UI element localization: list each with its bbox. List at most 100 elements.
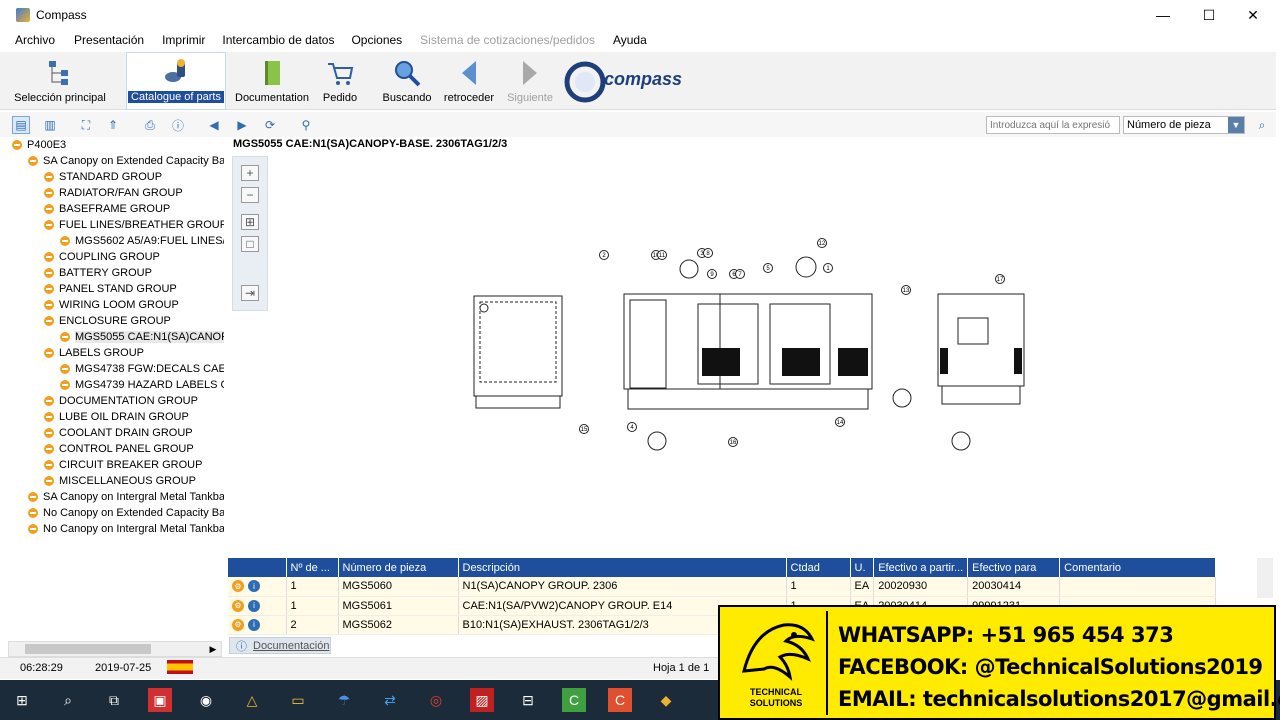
refresh-icon[interactable]: ⟳: [261, 116, 279, 134]
maximize-button[interactable]: ☐: [1186, 0, 1232, 30]
zoom-out-icon[interactable]: −: [241, 187, 259, 203]
export-icon[interactable]: ⇥: [241, 285, 259, 301]
grid-column-header[interactable]: Número de pieza: [338, 558, 459, 577]
tree-item[interactable]: SA Canopy on Extended Capacity Base: [28, 153, 224, 169]
catalogue-button[interactable]: Catalogue of parts: [126, 52, 226, 110]
tree-item[interactable]: STANDARD GROUP: [44, 169, 162, 185]
tree-item[interactable]: LABELS GROUP: [44, 345, 144, 361]
link-icon[interactable]: ⚙: [232, 599, 244, 612]
callout-label[interactable]: 14: [837, 420, 844, 426]
callout-label[interactable]: 17: [997, 277, 1004, 283]
search-field-select[interactable]: Número de pieza ▼: [1123, 116, 1245, 134]
grid-column-header[interactable]: Descripción: [458, 558, 787, 577]
tree-node-icon[interactable]: [44, 476, 54, 486]
search-go-icon[interactable]: ⌕: [1253, 116, 1271, 134]
menu-cotizaciones[interactable]: Sistema de cotizaciones/pedidos: [420, 33, 595, 47]
tree-node-icon[interactable]: [60, 364, 70, 374]
file-explorer-icon[interactable]: ▭: [286, 688, 310, 712]
tree-node-icon[interactable]: [60, 236, 70, 246]
menu-imprimir[interactable]: Imprimir: [162, 33, 205, 47]
menu-opciones[interactable]: Opciones: [351, 33, 402, 47]
fit-page-icon[interactable]: ⊞: [241, 214, 259, 230]
order-button[interactable]: Pedido: [318, 52, 362, 110]
callout-label[interactable]: 11: [659, 253, 666, 259]
tree-item[interactable]: ENCLOSURE GROUP: [44, 313, 171, 329]
callout-label[interactable]: 15: [581, 427, 588, 433]
tree-item[interactable]: COUPLING GROUP: [44, 249, 160, 265]
tree-node-icon[interactable]: [28, 492, 38, 502]
tree-item[interactable]: PANEL STAND GROUP: [44, 281, 177, 297]
chrome-icon[interactable]: ◎: [424, 688, 448, 712]
scroll-right-icon[interactable]: ▶: [205, 642, 221, 656]
menu-ayuda[interactable]: Ayuda: [613, 33, 647, 47]
menu-presentacion[interactable]: Presentación: [74, 33, 144, 47]
main-selection-button[interactable]: Selección principal: [10, 52, 110, 110]
tree-node-icon[interactable]: [60, 380, 70, 390]
link-icon[interactable]: ⚙: [232, 580, 244, 593]
task-view-icon[interactable]: ⧉: [102, 688, 126, 712]
info-icon[interactable]: ⓘ: [169, 116, 187, 134]
tree-item[interactable]: CONTROL PANEL GROUP: [44, 441, 194, 457]
info-icon[interactable]: i: [248, 580, 260, 593]
search-input[interactable]: [986, 116, 1120, 134]
search-button[interactable]: Buscando: [380, 52, 434, 110]
tree-node-icon[interactable]: [28, 524, 38, 534]
tree-node-icon[interactable]: [44, 188, 54, 198]
list-view-icon[interactable]: ▤: [12, 116, 30, 134]
collapse-icon[interactable]: ⇑: [104, 116, 122, 134]
tree-node-icon[interactable]: [44, 396, 54, 406]
c-app-green-icon[interactable]: C: [562, 688, 586, 712]
tree-item[interactable]: RADIATOR/FAN GROUP: [44, 185, 183, 201]
minimize-button[interactable]: —: [1140, 0, 1186, 30]
tree-node-icon[interactable]: [44, 172, 54, 182]
link-icon[interactable]: ⚙: [232, 618, 244, 631]
tree-node-icon[interactable]: [44, 268, 54, 278]
tree-node-icon[interactable]: [60, 332, 70, 342]
tree-node-icon[interactable]: [28, 156, 38, 166]
tree-item[interactable]: COOLANT DRAIN GROUP: [44, 425, 193, 441]
tree-node-icon[interactable]: [44, 300, 54, 310]
umbrella-app-icon[interactable]: ☂: [332, 688, 356, 712]
teamviewer-icon[interactable]: ⇄: [378, 688, 402, 712]
tree-node-icon[interactable]: [44, 316, 54, 326]
tree-item[interactable]: DOCUMENTATION GROUP: [44, 393, 198, 409]
tree-node-icon[interactable]: [44, 252, 54, 262]
grid-column-header[interactable]: Nº de ...: [286, 558, 339, 577]
actual-size-icon[interactable]: □: [241, 236, 259, 252]
documentation-button[interactable]: Documentation: [232, 52, 312, 110]
filter-icon[interactable]: ⚲: [297, 116, 315, 134]
detail-view-icon[interactable]: ▥: [41, 116, 59, 134]
tree-node-icon[interactable]: [44, 348, 54, 358]
info-icon[interactable]: i: [248, 618, 260, 631]
tree-item[interactable]: No Canopy on Intergral Metal Tankbas: [28, 521, 224, 537]
tree-node-icon[interactable]: [44, 284, 54, 294]
grid-column-header[interactable]: Comentario: [1059, 558, 1217, 577]
network-app-icon[interactable]: ⊟: [516, 688, 540, 712]
tree-item[interactable]: CIRCUIT BREAKER GROUP: [44, 457, 202, 473]
tree-item[interactable]: WIRING LOOM GROUP: [44, 297, 179, 313]
callout-label[interactable]: 16: [730, 440, 737, 446]
grid-vertical-scrollbar[interactable]: [1257, 558, 1273, 598]
zoom-in-icon[interactable]: +: [241, 165, 259, 181]
tree-icon[interactable]: ⛶: [77, 116, 95, 134]
nav-forward-icon[interactable]: ▶: [233, 116, 251, 134]
documentation-tab[interactable]: ⓘ Documentación: [229, 637, 331, 654]
exploded-drawing[interactable]: 2 10 11 3 89 6 75 11215 416141317: [470, 238, 1030, 470]
search-icon[interactable]: ⌕: [56, 688, 80, 712]
tree-node-icon[interactable]: [44, 412, 54, 422]
grid-column-header[interactable]: Efectivo para: [967, 558, 1061, 577]
tree-item[interactable]: LUBE OIL DRAIN GROUP: [44, 409, 189, 425]
next-button[interactable]: Siguiente: [504, 52, 556, 110]
tree-item[interactable]: BASEFRAME GROUP: [44, 201, 170, 217]
scroll-thumb[interactable]: [25, 644, 151, 654]
tree-item[interactable]: SA Canopy on Intergral Metal Tankbas: [28, 489, 224, 505]
tree-item[interactable]: No Canopy on Extended Capacity Base: [28, 505, 224, 521]
tree-node-icon[interactable]: [44, 220, 54, 230]
grid-column-header[interactable]: Efectivo a partir...: [873, 558, 969, 577]
disc-app-icon[interactable]: ◉: [194, 688, 218, 712]
pdf-app-icon[interactable]: ▨: [470, 688, 494, 712]
table-row[interactable]: ⚙ i 1 MGS5060 N1(SA)CANOPY GROUP. 2306 1 EA 200…: [228, 577, 1217, 597]
tree-node-icon[interactable]: [44, 204, 54, 214]
callout-label[interactable]: 13: [903, 288, 910, 294]
menu-archivo[interactable]: Archivo: [15, 33, 55, 47]
